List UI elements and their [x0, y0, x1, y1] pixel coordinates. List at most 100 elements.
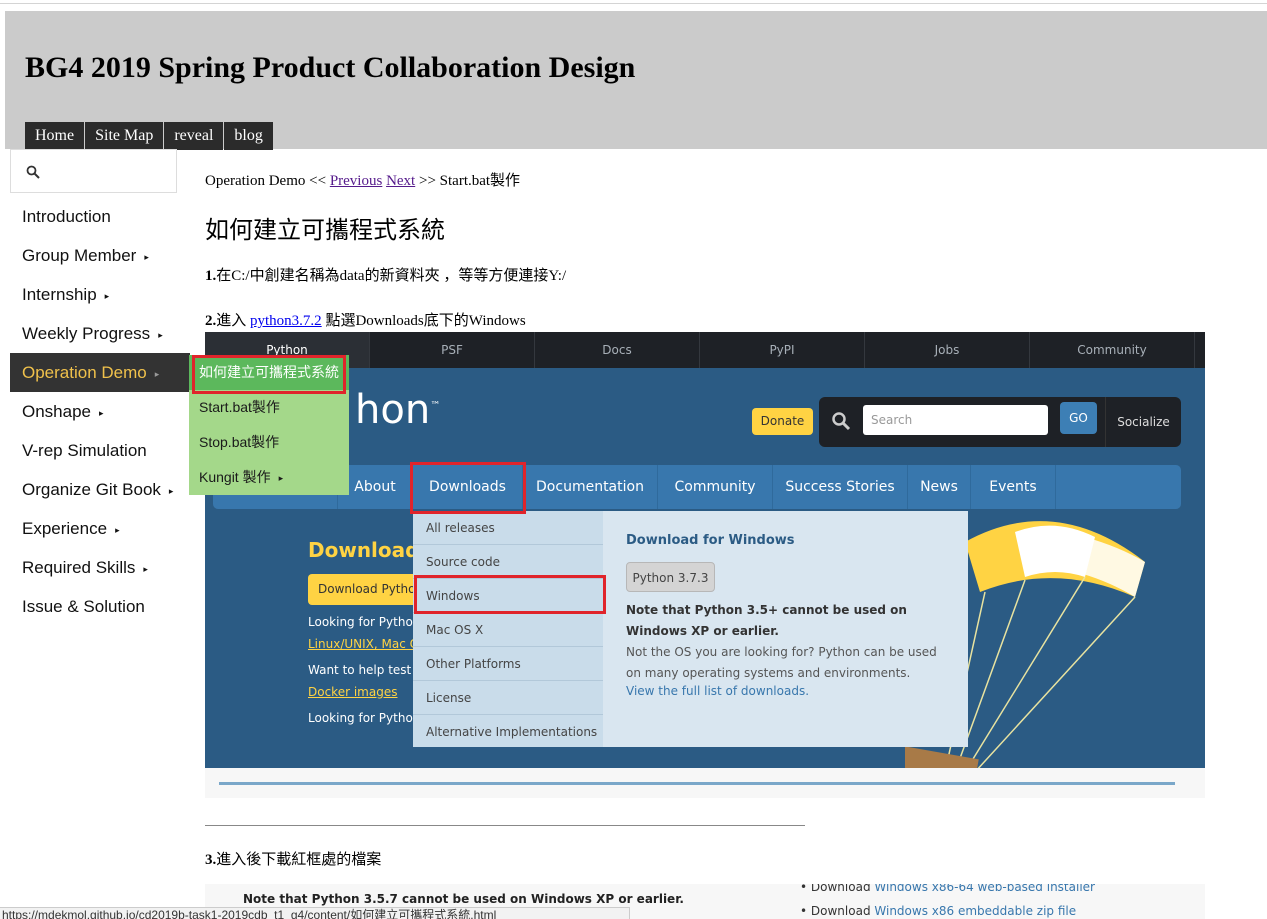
step-number: 2. — [205, 313, 217, 329]
screenshot-footer — [205, 768, 1205, 798]
dropdown-item: Source code — [413, 545, 603, 579]
chevron-right-icon: ▸ — [168, 486, 174, 496]
item-pre: Download — [810, 884, 871, 894]
item-link: Windows x86-64 web-based installer — [874, 884, 1095, 894]
sidebar-item-internship[interactable]: Internship ▸ — [10, 275, 190, 314]
step-3: 3.進入後下載紅框處的檔案 — [205, 848, 381, 869]
download-item: • Download Windows x86-64 web-based inst… — [800, 884, 1095, 894]
nav-community: Community — [658, 465, 773, 509]
nav-success-stories: Success Stories — [773, 465, 908, 509]
chevron-right-icon: ▸ — [104, 291, 110, 301]
dropdown-item: Mac OS X — [413, 613, 603, 647]
chevron-right-icon: ▸ — [158, 330, 163, 340]
sidebar-search[interactable] — [10, 149, 177, 193]
hero-download-button: Download Python — [308, 574, 418, 605]
step-number: 1. — [205, 268, 217, 284]
step-text: 進入後下載紅框處的檔案 — [216, 852, 382, 868]
highlight-windows — [414, 575, 606, 614]
panel-note: Note that Python 3.5+ cannot be used on … — [626, 603, 907, 638]
logo-text: hon — [355, 387, 431, 433]
tab-psf: PSF — [370, 332, 535, 368]
nav-site-map[interactable]: Site Map — [85, 122, 164, 150]
tab-jobs: Jobs — [865, 332, 1030, 368]
sidebar-item-label: Internship — [22, 285, 97, 304]
dropdown-item: License — [413, 681, 603, 715]
item-pre: Download — [810, 904, 871, 918]
page-title: 如何建立可攜程式系統 — [205, 218, 445, 244]
next-link[interactable]: Next — [386, 173, 415, 189]
sidebar-item-label: Group Member — [22, 246, 137, 265]
download-windows-panel: Download for Windows Python 3.7.3 Note t… — [603, 511, 968, 747]
donate-button: Donate — [752, 408, 813, 435]
python-org-screenshot: Python PSF Docs PyPI Jobs Community hon™… — [205, 332, 1205, 798]
sidebar-nav: Introduction Group Member ▸ Internship ▸ W… — [10, 197, 190, 626]
breadcrumb-prefix: Operation Demo << — [205, 173, 327, 189]
step-2: 2.進入 python3.7.2 點選Downloads底下的Windows — [205, 309, 526, 330]
nav-events: Events — [971, 465, 1056, 509]
hero-title: Download — [308, 538, 420, 562]
socialize-button: Socialize — [1105, 397, 1181, 447]
sidebar-item-onshape[interactable]: Onshape ▸ — [10, 392, 190, 431]
site-header: BG4 2019 Spring Product Collaboration De… — [5, 11, 1267, 150]
nav-reveal[interactable]: reveal — [164, 122, 224, 150]
dropdown-item: Other Platforms — [413, 647, 603, 681]
sidebar-item-required-skills[interactable]: Required Skills ▸ — [10, 548, 190, 587]
top-nav: Home Site Map reveal blog — [25, 122, 274, 150]
hero-text: Looking for Python — [308, 711, 418, 725]
sidebar-item-label: Operation Demo — [22, 363, 147, 382]
python-logo: hon™ — [355, 387, 440, 433]
window-top-border — [0, 3, 1267, 4]
search-icon — [26, 165, 40, 179]
chevron-right-icon: ▸ — [144, 252, 149, 262]
sidebar-item-operation-demo[interactable]: Operation Demo ▸ — [10, 353, 190, 392]
breadcrumb: Operation Demo << Previous Next >> Start… — [205, 169, 520, 190]
item-link: Windows x86 embeddable zip file — [874, 904, 1077, 918]
sidebar-item-group-member[interactable]: Group Member ▸ — [10, 236, 190, 275]
nav-home[interactable]: Home — [25, 122, 85, 150]
nav-news: News — [908, 465, 971, 509]
panel-link: View the full list of downloads. — [626, 684, 810, 698]
dropdown-item: Alternative Implementations — [426, 725, 598, 739]
nav-about: About — [338, 465, 413, 509]
sidebar-item-label: Required Skills — [22, 558, 136, 577]
previous-link[interactable]: Previous — [330, 173, 383, 189]
step-number: 3. — [205, 852, 217, 868]
python-main-nav: About Downloads Documentation Community … — [213, 465, 1181, 509]
step-text: 點選Downloads底下的Windows — [325, 313, 526, 329]
sidebar-item-label: V-rep Simulation — [22, 441, 147, 460]
sidebar-item-label: Onshape — [22, 402, 91, 421]
sidebar-item-issue-solution[interactable]: Issue & Solution — [10, 587, 190, 626]
python-search-input: Search — [863, 405, 1048, 435]
chevron-right-icon: ▸ — [154, 369, 160, 379]
downloads-dropdown: All releases Source code Windows Mac OS … — [413, 511, 603, 747]
trademark: ™ — [430, 400, 441, 412]
sidebar-item-label: Weekly Progress — [22, 324, 151, 343]
dropdown-item: All releases — [413, 511, 603, 545]
sidebar-item-label: Issue & Solution — [22, 597, 145, 616]
python-link[interactable]: python3.7.2 — [250, 313, 322, 329]
download-item: • Download Windows x86 embeddable zip fi… — [800, 904, 1077, 918]
sidebar-item-label: Experience — [22, 519, 108, 538]
search-icon — [832, 412, 851, 431]
chevron-right-icon: ▸ — [99, 408, 104, 418]
hero-link: Docker images — [308, 685, 398, 699]
sidebar-item-experience[interactable]: Experience ▸ — [10, 509, 190, 548]
highlight-downloads — [410, 462, 526, 514]
sidebar-item-organize-git-book[interactable]: Organize Git Book ▸ — [10, 470, 190, 509]
submenu-label: Kungit 製作 — [199, 469, 271, 485]
sidebar-item-vrep-simulation[interactable]: V-rep Simulation — [10, 431, 190, 470]
tab-pypi: PyPI — [700, 332, 865, 368]
content-divider — [205, 825, 805, 826]
chevron-right-icon: ▸ — [115, 525, 120, 535]
python-top-tabs: Python PSF Docs PyPI Jobs Community — [205, 332, 1205, 368]
submenu-item-start-bat[interactable]: Start.bat製作 — [189, 390, 349, 425]
sidebar-item-weekly-progress[interactable]: Weekly Progress ▸ — [10, 314, 190, 353]
submenu-item-stop-bat[interactable]: Stop.bat製作 — [189, 425, 349, 460]
nav-documentation: Documentation — [523, 465, 658, 509]
panel-heading: Download for Windows — [626, 533, 795, 548]
nav-blog[interactable]: blog — [224, 122, 273, 150]
sidebar-item-introduction[interactable]: Introduction — [10, 197, 190, 236]
sidebar-item-label: Organize Git Book — [22, 480, 161, 499]
version-button: Python 3.7.3 — [626, 562, 715, 592]
submenu-item-kungit[interactable]: Kungit 製作 ▸ — [189, 460, 349, 495]
